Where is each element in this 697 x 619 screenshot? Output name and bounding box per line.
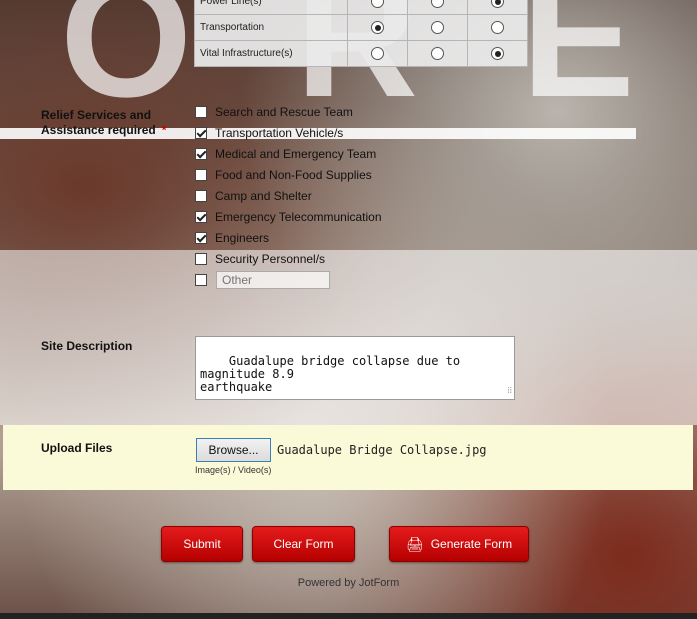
grid-cell — [407, 0, 468, 15]
required-marker: * — [161, 123, 167, 137]
grid-row: Vital Infrastructure(s) — [194, 40, 528, 67]
generate-form-button[interactable]: 🖨 Generate Form — [389, 526, 529, 562]
checkbox[interactable] — [195, 169, 207, 181]
window-bottom-edge — [0, 613, 697, 619]
checkbox-label[interactable]: Transportation Vehicle/s — [215, 126, 343, 140]
generate-form-label: Generate Form — [430, 537, 513, 551]
upload-hint: Image(s) / Video(s) — [195, 465, 272, 475]
checkbox-label[interactable]: Engineers — [215, 231, 269, 245]
grid-row: Transportation — [194, 14, 528, 41]
relief-option: Food and Non-Food Supplies — [195, 166, 372, 184]
radio-button[interactable] — [491, 0, 504, 8]
grid-row-label: Vital Infrastructure(s) — [194, 40, 348, 67]
checkbox-label[interactable]: Security Personnel/s — [215, 252, 325, 266]
relief-option: Camp and Shelter — [195, 187, 312, 205]
grid-row-label: Transportation — [194, 14, 348, 41]
other-input[interactable] — [216, 271, 330, 289]
relief-option: Emergency Telecommunication — [195, 208, 382, 226]
site-description-textarea[interactable]: Guadalupe bridge collapse due to magnitu… — [195, 336, 515, 400]
relief-option: Engineers — [195, 229, 269, 247]
grid-cell — [467, 0, 528, 15]
checkbox[interactable] — [195, 253, 207, 265]
checkbox-label[interactable]: Emergency Telecommunication — [215, 210, 382, 224]
clear-form-button[interactable]: Clear Form — [252, 526, 355, 562]
site-description-label: Site Description — [41, 339, 133, 353]
checkbox-label[interactable]: Medical and Emergency Team — [215, 147, 376, 161]
printer-icon: 🖨 — [405, 535, 424, 552]
checkbox-other[interactable] — [195, 274, 207, 286]
grid-cell — [467, 14, 528, 41]
checkbox[interactable] — [195, 127, 207, 139]
radio-button[interactable] — [491, 47, 504, 60]
radio-button[interactable] — [371, 0, 384, 8]
checkbox[interactable] — [195, 190, 207, 202]
checkbox[interactable] — [195, 232, 207, 244]
powered-by: Powered by JotForm — [297, 577, 400, 589]
checkbox[interactable] — [195, 106, 207, 118]
grid-row: Power Line(s) — [194, 0, 528, 15]
relief-option: Transportation Vehicle/s — [195, 124, 343, 142]
upload-files-label: Upload Files — [41, 441, 113, 455]
grid-cell — [407, 40, 468, 67]
relief-option: Medical and Emergency Team — [195, 145, 376, 163]
resize-grip-icon[interactable]: ⁞⁞ — [508, 384, 512, 397]
browse-button[interactable]: Browse... — [196, 438, 271, 462]
grid-cell — [467, 40, 528, 67]
relief-option: Search and Rescue Team — [195, 103, 353, 121]
form: Power Line(s) Transportation Vital Infrast… — [0, 0, 697, 619]
grid-cell — [347, 0, 408, 15]
relief-option: Security Personnel/s — [195, 250, 325, 268]
grid-cell — [407, 14, 468, 41]
checkbox-label[interactable]: Search and Rescue Team — [215, 105, 353, 119]
damage-grid: Power Line(s) Transportation Vital Infrast… — [194, 0, 528, 67]
radio-button[interactable] — [371, 21, 384, 34]
selected-filename: Guadalupe Bridge Collapse.jpg — [277, 443, 487, 457]
checkbox-label[interactable]: Food and Non-Food Supplies — [215, 168, 372, 182]
checkbox-label[interactable]: Camp and Shelter — [215, 189, 312, 203]
grid-cell — [347, 14, 408, 41]
checkbox[interactable] — [195, 211, 207, 223]
option-other — [195, 271, 330, 289]
grid-cell — [347, 40, 408, 67]
radio-button[interactable] — [431, 21, 444, 34]
submit-button[interactable]: Submit — [161, 526, 243, 562]
radio-button[interactable] — [491, 21, 504, 34]
radio-button[interactable] — [431, 0, 444, 8]
grid-row-label: Power Line(s) — [194, 0, 348, 15]
relief-label: Relief Services and Assistance required * — [41, 108, 167, 137]
upload-section — [3, 425, 693, 490]
radio-button[interactable] — [431, 47, 444, 60]
radio-button[interactable] — [371, 47, 384, 60]
checkbox[interactable] — [195, 148, 207, 160]
